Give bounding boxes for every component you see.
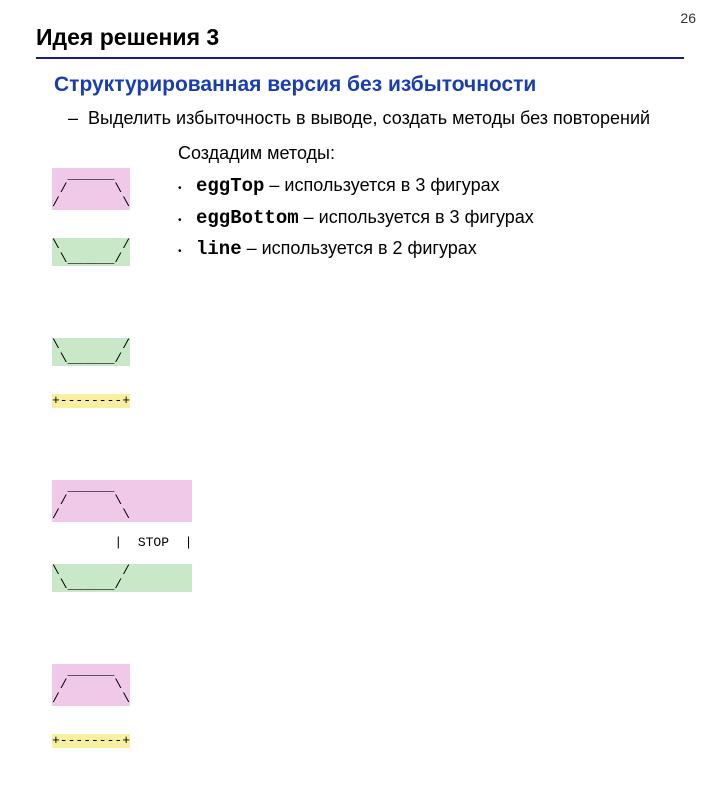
teacup-top: \ / \______/	[52, 338, 130, 366]
stop-label: | STOP |	[114, 535, 192, 550]
bullet-icon: •	[178, 208, 196, 230]
figure-hat: ______ / \ / \ +--------+	[52, 636, 130, 776]
figure-egg: ______ / \ / \ \ / \______/	[52, 140, 130, 294]
method-desc: – используется в 3 фигурах	[299, 207, 534, 227]
page-number: 26	[680, 10, 696, 26]
dash-icon: –	[68, 107, 88, 130]
hat-top: ______ / \ / \	[52, 664, 130, 706]
stop-top: ______ / \ / \	[52, 480, 192, 522]
method-desc: – используется в 3 фигурах	[264, 175, 499, 195]
bullet-text: Выделить избыточность в выводе, создать …	[88, 107, 650, 130]
page-title: Идея решения 3	[36, 24, 684, 51]
methods-block: Создадим методы: • eggTop – используется…	[178, 140, 534, 266]
methods-intro: Создадим методы:	[178, 140, 534, 168]
bullet-icon: •	[178, 176, 196, 198]
method-desc: – используется в 2 фигурах	[242, 238, 477, 258]
method-eggbottom: • eggBottom – используется в 3 фигурах	[178, 204, 534, 233]
stop-bottom: \ / \______/	[52, 564, 192, 592]
method-eggtop: • eggTop – используется в 3 фигурах	[178, 172, 534, 201]
egg-top: ______ / \ / \	[52, 168, 130, 210]
teacup-line: +--------+	[52, 394, 130, 408]
method-name: eggTop	[196, 175, 264, 197]
figure-teacup: \ / \______/ +--------+	[52, 310, 130, 436]
bullet-redundancy: – Выделить избыточность в выводе, создат…	[68, 107, 684, 130]
method-line: • line – используется в 2 фигурах	[178, 235, 534, 264]
bullet-icon: •	[178, 239, 196, 261]
figures-column: ______ / \ / \ \ / \______/ \ / \______/…	[52, 140, 160, 792]
slide-content: Идея решения 3 Структурированная версия …	[0, 0, 720, 792]
figure-stop: ______ / \ / \ | STOP | \ / \______/	[52, 452, 192, 620]
hat-line: +--------+	[52, 734, 130, 748]
method-name: eggBottom	[196, 207, 299, 229]
subtitle: Структурированная версия без избыточност…	[54, 73, 684, 97]
egg-bottom: \ / \______/	[52, 238, 130, 266]
title-rule	[36, 57, 684, 59]
method-name: line	[196, 238, 242, 260]
